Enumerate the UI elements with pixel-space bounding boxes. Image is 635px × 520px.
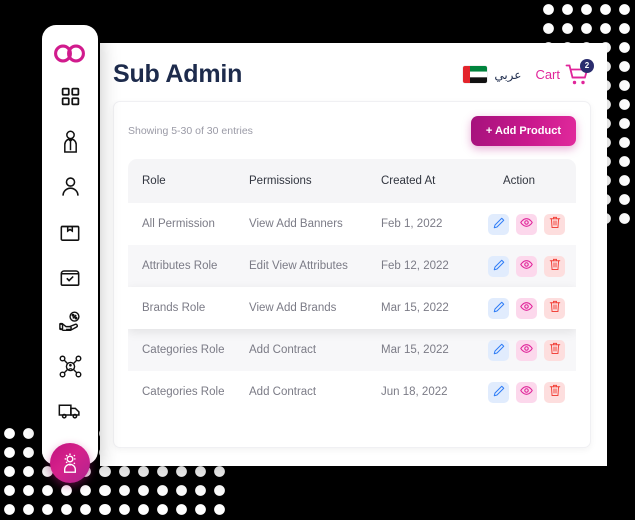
sidebar-item-sub-admin[interactable] bbox=[50, 443, 90, 483]
sidebar-item-orders[interactable] bbox=[50, 263, 90, 289]
eye-view-icon bbox=[520, 342, 533, 358]
cell-permissions: Add Contract bbox=[249, 344, 317, 356]
eye-view-icon bbox=[520, 258, 533, 274]
cart-badge: 2 bbox=[580, 58, 594, 73]
trash-delete-icon bbox=[549, 258, 561, 274]
column-header-action: Action bbox=[503, 175, 535, 187]
delete-row-button[interactable] bbox=[544, 381, 565, 403]
box-icon bbox=[59, 221, 81, 242]
eye-view-icon bbox=[520, 216, 533, 232]
view-row-button[interactable] bbox=[516, 339, 537, 361]
view-row-button[interactable] bbox=[516, 381, 537, 403]
cell-permissions: Edit View Attributes bbox=[249, 260, 348, 272]
column-header-created-at: Created At bbox=[381, 175, 436, 187]
column-header-role: Role bbox=[142, 175, 166, 187]
cell-created-at: Feb 1, 2022 bbox=[381, 218, 443, 230]
edit-pencil-icon bbox=[493, 385, 505, 400]
edit-row-button[interactable] bbox=[488, 381, 509, 403]
network-user-icon bbox=[59, 355, 82, 378]
sidebar-item-staff[interactable] bbox=[50, 128, 90, 154]
trash-delete-icon bbox=[549, 300, 561, 316]
view-row-button[interactable] bbox=[516, 255, 537, 277]
edit-row-button[interactable] bbox=[488, 255, 509, 277]
edit-row-button[interactable] bbox=[488, 297, 509, 319]
language-switcher[interactable]: عربي bbox=[463, 66, 521, 83]
cell-role: Brands Role bbox=[142, 302, 206, 314]
cell-created-at: Jun 18, 2022 bbox=[381, 386, 448, 398]
sidebar bbox=[42, 25, 98, 483]
delete-row-button[interactable] bbox=[544, 255, 565, 277]
table-body: All Permission View Add Banners Feb 1, 202… bbox=[128, 203, 576, 413]
cell-action bbox=[488, 255, 576, 277]
cell-permissions: View Add Brands bbox=[249, 302, 337, 314]
eye-view-icon bbox=[520, 384, 533, 400]
edit-row-button[interactable] bbox=[488, 213, 509, 235]
edit-pencil-icon bbox=[493, 217, 505, 232]
cell-role: Categories Role bbox=[142, 344, 225, 356]
edit-pencil-icon bbox=[493, 301, 505, 316]
cell-action bbox=[488, 297, 576, 319]
table-row[interactable]: Brands Role View Add Brands Mar 15, 2022 bbox=[128, 287, 576, 329]
eye-view-icon bbox=[520, 300, 533, 316]
language-label: عربي bbox=[494, 67, 522, 82]
view-row-button[interactable] bbox=[516, 297, 537, 319]
cell-created-at: Mar 15, 2022 bbox=[381, 344, 449, 356]
delete-row-button[interactable] bbox=[544, 213, 565, 235]
trash-delete-icon bbox=[549, 342, 561, 358]
sidebar-item-offers[interactable] bbox=[50, 308, 90, 334]
edit-pencil-icon bbox=[493, 343, 505, 358]
edit-row-button[interactable] bbox=[488, 339, 509, 361]
cart-button[interactable]: Cart 2 bbox=[535, 58, 594, 87]
cart-label: Cart bbox=[535, 67, 560, 82]
cell-permissions: View Add Banners bbox=[249, 218, 343, 230]
table-row[interactable]: All Permission View Add Banners Feb 1, 202… bbox=[128, 203, 576, 245]
user-gear-icon bbox=[59, 452, 81, 474]
sidebar-nav-list bbox=[42, 83, 98, 483]
table-panel: Showing 5-30 of 30 entries + Add Product… bbox=[113, 101, 591, 448]
cell-created-at: Mar 15, 2022 bbox=[381, 302, 449, 314]
table-header-row: Role Permissions Created At Action bbox=[128, 159, 576, 203]
delete-row-button[interactable] bbox=[544, 339, 565, 361]
page-header: Sub Admin عربي Cart 2 bbox=[113, 58, 594, 89]
table-row[interactable]: Categories Role Add Contract Jun 18, 2022 bbox=[128, 371, 576, 413]
dot-pattern-bottom-middle bbox=[96, 462, 230, 520]
cell-role: Categories Role bbox=[142, 386, 225, 398]
table-row[interactable]: Attributes Role Edit View Attributes Feb 1… bbox=[128, 245, 576, 287]
column-header-permissions: Permissions bbox=[249, 175, 312, 187]
roles-table: Role Permissions Created At Action All P… bbox=[128, 159, 576, 413]
sidebar-item-dashboard[interactable] bbox=[50, 83, 90, 109]
cell-created-at: Feb 12, 2022 bbox=[381, 260, 449, 272]
sidebar-item-customers[interactable] bbox=[50, 173, 90, 199]
delete-row-button[interactable] bbox=[544, 297, 565, 319]
sidebar-item-shipping[interactable] bbox=[50, 398, 90, 424]
cell-permissions: Add Contract bbox=[249, 386, 317, 398]
view-row-button[interactable] bbox=[516, 213, 537, 235]
infinity-logo[interactable] bbox=[50, 44, 90, 63]
hand-percent-icon bbox=[58, 311, 82, 332]
sidebar-item-products[interactable] bbox=[50, 218, 90, 244]
cell-action bbox=[488, 339, 576, 361]
shopping-cart-icon: 2 bbox=[565, 58, 594, 87]
main-content-card: Sub Admin عربي Cart 2 Showing 5-30 of 30… bbox=[100, 43, 607, 466]
user-icon bbox=[60, 175, 81, 197]
user-tie-icon bbox=[60, 130, 81, 153]
add-product-button[interactable]: + Add Product bbox=[470, 116, 576, 146]
truck-icon bbox=[58, 402, 82, 420]
box-check-icon bbox=[59, 266, 81, 287]
page-title: Sub Admin bbox=[113, 60, 243, 88]
trash-delete-icon bbox=[549, 384, 561, 400]
cell-role: Attributes Role bbox=[142, 260, 218, 272]
cell-action bbox=[488, 381, 576, 403]
edit-pencil-icon bbox=[493, 259, 505, 274]
table-row[interactable]: Categories Role Add Contract Mar 15, 2022 bbox=[128, 329, 576, 371]
panel-toolbar: Showing 5-30 of 30 entries + Add Product bbox=[128, 116, 576, 146]
cell-action bbox=[488, 213, 576, 235]
trash-delete-icon bbox=[549, 216, 561, 232]
header-actions: عربي Cart 2 bbox=[463, 58, 594, 87]
entries-info: Showing 5-30 of 30 entries bbox=[128, 125, 253, 137]
uae-flag-icon bbox=[463, 66, 488, 83]
sidebar-item-affiliates[interactable] bbox=[50, 353, 90, 379]
cell-role: All Permission bbox=[142, 218, 215, 230]
grid-dashboard-icon bbox=[60, 86, 81, 107]
